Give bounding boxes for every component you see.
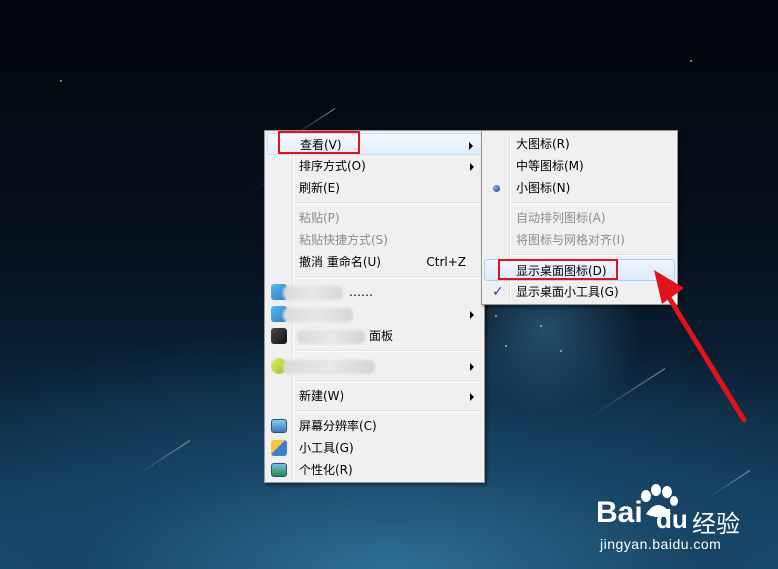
menu-item-label: 自动排列图标(A) [516, 211, 606, 225]
annotation-arrow-icon [654, 270, 747, 423]
star [495, 315, 497, 317]
menu-separator [512, 254, 674, 256]
redacted-blur [283, 360, 375, 374]
menu-separator [295, 350, 481, 352]
menu-item-label: 新建(W) [299, 389, 345, 403]
radio-selected-icon [493, 185, 500, 192]
submenu-arrow-icon [469, 142, 473, 150]
watermark-brand-left: Bai [596, 496, 643, 529]
menu-item-blurred-2[interactable] [267, 303, 482, 325]
menu-item-label: …… [349, 285, 373, 299]
star [60, 80, 62, 82]
star [505, 345, 507, 347]
submenu-item-align-to-grid[interactable]: 将图标与网格对齐(I) [484, 229, 675, 251]
menu-item-undo-rename[interactable]: 撤消 重命名(U) Ctrl+Z [267, 251, 482, 273]
submenu-item-large-icons[interactable]: 大图标(R) [484, 133, 675, 155]
menu-item-label: 面板 [369, 329, 394, 343]
watermark-brand-right: 经验 [692, 510, 740, 538]
submenu-item-small-icons[interactable]: 小图标(N) [484, 177, 675, 199]
menu-item-gadgets[interactable]: 小工具(G) [267, 437, 482, 459]
menu-item-refresh[interactable]: 刷新(E) [267, 177, 482, 199]
baidu-jingyan-watermark: Bai du 经验 jingyan.baidu.com [596, 484, 776, 556]
menu-separator [295, 202, 481, 204]
menu-item-personalize[interactable]: 个性化(R) [267, 459, 482, 481]
menu-item-label: 排序方式(O) [299, 159, 366, 173]
menu-item-label: 刷新(E) [299, 181, 340, 195]
menu-item-label: 粘贴快捷方式(S) [299, 233, 388, 247]
annotation-box-view [278, 131, 360, 154]
menu-item-label: 显示桌面小工具(G) [516, 285, 619, 299]
menu-item-new[interactable]: 新建(W) [267, 385, 482, 407]
submenu-arrow-icon [470, 363, 474, 371]
menu-item-label: 小图标(N) [516, 181, 571, 195]
redacted-blur [297, 330, 365, 344]
menu-item-label: 将图标与网格对齐(I) [516, 233, 625, 247]
monitor-icon [271, 419, 287, 433]
menu-item-shortcut: Ctrl+Z [426, 255, 466, 269]
menu-item-paste[interactable]: 粘贴(P) [267, 207, 482, 229]
submenu-item-medium-icons[interactable]: 中等图标(M) [484, 155, 675, 177]
menu-item-blurred-3[interactable] [267, 355, 482, 377]
menu-separator [512, 202, 674, 204]
star [690, 60, 692, 62]
menu-item-label: 个性化(R) [299, 463, 353, 477]
menu-separator [295, 276, 481, 278]
menu-item-blurred-1[interactable]: …… [267, 281, 482, 303]
menu-item-paste-shortcut[interactable]: 粘贴快捷方式(S) [267, 229, 482, 251]
menu-separator [295, 410, 481, 412]
menu-separator [295, 380, 481, 382]
submenu-arrow-icon [470, 311, 474, 319]
annotation-box-show-desktop-icons [498, 259, 618, 280]
menu-item-label: 大图标(R) [516, 137, 570, 151]
checkmark-icon: ✓ [492, 284, 504, 300]
watermark-url: jingyan.baidu.com [600, 536, 722, 552]
menu-item-label: 小工具(G) [299, 441, 354, 455]
menu-item-sort-by[interactable]: 排序方式(O) [267, 155, 482, 177]
redacted-blur [283, 308, 353, 322]
gadgets-icon [271, 440, 287, 456]
menu-item-screen-resolution[interactable]: 屏幕分辨率(C) [267, 415, 482, 437]
menu-item-label: 中等图标(M) [516, 159, 584, 173]
submenu-arrow-icon [470, 393, 474, 401]
redacted-blur [283, 286, 343, 300]
personalize-icon [271, 463, 287, 477]
menu-item-label: 撤消 重命名(U) [299, 255, 381, 269]
star [560, 350, 562, 352]
desktop-context-menu: 查看(V) 排序方式(O) 刷新(E) 粘贴(P) 粘贴快捷方式(S) 撤消 重… [264, 130, 485, 483]
menu-item-label: 粘贴(P) [299, 211, 340, 225]
nvidia-icon [271, 328, 287, 344]
submenu-item-auto-arrange[interactable]: 自动排列图标(A) [484, 207, 675, 229]
meteor-streak [139, 440, 191, 474]
menu-item-nvidia-control-panel[interactable]: 面板 [267, 325, 482, 347]
submenu-arrow-icon [470, 163, 474, 171]
menu-item-label: 屏幕分辨率(C) [299, 419, 377, 433]
watermark-du-icon: du [656, 504, 688, 534]
star [540, 325, 542, 327]
